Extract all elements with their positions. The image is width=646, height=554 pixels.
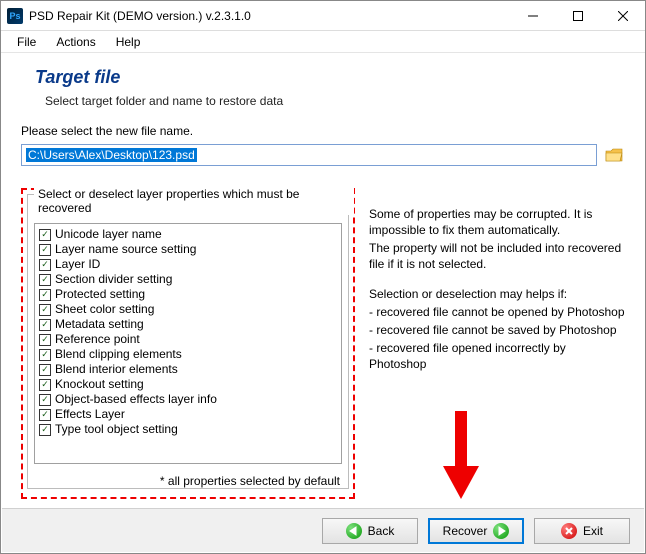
maximize-button[interactable] bbox=[555, 1, 600, 30]
layer-property-label: Layer name source setting bbox=[55, 242, 196, 257]
layer-property-item[interactable]: ✓ Unicode layer name bbox=[39, 227, 337, 242]
path-row: C:\Users\Alex\Desktop\123.psd bbox=[21, 144, 625, 166]
checkbox-icon: ✓ bbox=[39, 334, 51, 346]
recover-arrow-icon bbox=[493, 523, 509, 539]
middle-row: Select or deselect layer properties whic… bbox=[21, 188, 625, 499]
layer-property-label: Effects Layer bbox=[55, 407, 125, 422]
browse-button[interactable] bbox=[603, 144, 625, 166]
content-area: Target file Select target folder and nam… bbox=[1, 53, 645, 513]
back-button[interactable]: Back bbox=[322, 518, 418, 544]
layer-property-label: Type tool object setting bbox=[55, 422, 178, 437]
info-bullet-3: - recovered file opened incorrectly by P… bbox=[369, 340, 625, 372]
recover-button[interactable]: Recover bbox=[428, 518, 524, 544]
menu-file[interactable]: File bbox=[9, 33, 44, 51]
layer-property-item[interactable]: ✓ Section divider setting bbox=[39, 272, 337, 287]
back-arrow-icon bbox=[346, 523, 362, 539]
layer-property-item[interactable]: ✓ Effects Layer bbox=[39, 407, 337, 422]
checkbox-icon: ✓ bbox=[39, 289, 51, 301]
checkbox-icon: ✓ bbox=[39, 364, 51, 376]
info-line-1: Some of properties may be corrupted. It … bbox=[369, 206, 625, 238]
exit-button-label: Exit bbox=[583, 524, 603, 538]
layer-property-label: Metadata setting bbox=[55, 317, 144, 332]
layer-property-item[interactable]: ✓ Layer ID bbox=[39, 257, 337, 272]
exit-icon bbox=[561, 523, 577, 539]
info-bullet-1: - recovered file cannot be opened by Pho… bbox=[369, 304, 625, 320]
checkbox-icon: ✓ bbox=[39, 319, 51, 331]
layer-property-label: Reference point bbox=[55, 332, 140, 347]
layer-property-label: Unicode layer name bbox=[55, 227, 162, 242]
file-path-input[interactable]: C:\Users\Alex\Desktop\123.psd bbox=[21, 144, 597, 166]
checkbox-icon: ✓ bbox=[39, 409, 51, 421]
layer-properties-box: Select or deselect layer properties whic… bbox=[27, 194, 349, 489]
bottom-bar: Back Recover Exit bbox=[2, 508, 644, 552]
back-button-label: Back bbox=[368, 524, 395, 538]
layer-property-item[interactable]: ✓ Reference point bbox=[39, 332, 337, 347]
checkbox-icon: ✓ bbox=[39, 349, 51, 361]
checkbox-icon: ✓ bbox=[39, 394, 51, 406]
default-note: * all properties selected by default bbox=[28, 470, 348, 488]
layer-property-label: Section divider setting bbox=[55, 272, 172, 287]
recover-button-label: Recover bbox=[443, 524, 488, 538]
layer-property-label: Blend interior elements bbox=[55, 362, 178, 377]
layer-property-label: Knockout setting bbox=[55, 377, 144, 392]
minimize-button[interactable] bbox=[510, 1, 555, 30]
layer-property-label: Blend clipping elements bbox=[55, 347, 182, 362]
window-title: PSD Repair Kit (DEMO version.) v.2.3.1.0 bbox=[29, 9, 510, 23]
layer-property-item[interactable]: ✓ Layer name source setting bbox=[39, 242, 337, 257]
exit-button[interactable]: Exit bbox=[534, 518, 630, 544]
titlebar: Ps PSD Repair Kit (DEMO version.) v.2.3.… bbox=[1, 1, 645, 31]
checkbox-icon: ✓ bbox=[39, 274, 51, 286]
layer-property-label: Protected setting bbox=[55, 287, 145, 302]
layer-property-item[interactable]: ✓ Blend interior elements bbox=[39, 362, 337, 377]
layer-property-label: Object-based effects layer info bbox=[55, 392, 217, 407]
page-heading: Target file bbox=[35, 67, 625, 88]
checkbox-icon: ✓ bbox=[39, 424, 51, 436]
select-file-label: Please select the new file name. bbox=[21, 124, 625, 138]
checkbox-icon: ✓ bbox=[39, 259, 51, 271]
layer-property-item[interactable]: ✓ Sheet color setting bbox=[39, 302, 337, 317]
checkbox-icon: ✓ bbox=[39, 244, 51, 256]
layer-properties-list[interactable]: ✓ Unicode layer name ✓ Layer name source se… bbox=[34, 223, 342, 464]
file-path-value: C:\Users\Alex\Desktop\123.psd bbox=[26, 148, 197, 162]
info-line-2: The property will not be included into r… bbox=[369, 240, 625, 272]
layer-property-item[interactable]: ✓ Metadata setting bbox=[39, 317, 337, 332]
page-subheading: Select target folder and name to restore… bbox=[45, 94, 625, 108]
layer-property-item[interactable]: ✓ Blend clipping elements bbox=[39, 347, 337, 362]
layer-property-label: Layer ID bbox=[55, 257, 100, 272]
layer-property-item[interactable]: ✓ Protected setting bbox=[39, 287, 337, 302]
close-button[interactable] bbox=[600, 1, 645, 30]
app-icon: Ps bbox=[7, 8, 23, 24]
info-line-3: Selection or deselection may helps if: bbox=[369, 286, 625, 302]
folder-icon bbox=[605, 147, 623, 163]
menu-actions[interactable]: Actions bbox=[48, 33, 103, 51]
checkbox-icon: ✓ bbox=[39, 229, 51, 241]
menu-help[interactable]: Help bbox=[108, 33, 149, 51]
layer-property-item[interactable]: ✓ Knockout setting bbox=[39, 377, 337, 392]
layer-property-item[interactable]: ✓ Object-based effects layer info bbox=[39, 392, 337, 407]
checkbox-icon: ✓ bbox=[39, 379, 51, 391]
info-text: Some of properties may be corrupted. It … bbox=[369, 188, 625, 499]
layer-properties-title: Select or deselect layer properties whic… bbox=[34, 187, 354, 215]
layer-property-label: Sheet color setting bbox=[55, 302, 154, 317]
checkbox-icon: ✓ bbox=[39, 304, 51, 316]
layer-property-item[interactable]: ✓ Type tool object setting bbox=[39, 422, 337, 437]
info-bullet-2: - recovered file cannot be saved by Phot… bbox=[369, 322, 625, 338]
menubar: File Actions Help bbox=[1, 31, 645, 53]
layer-properties-highlight: Select or deselect layer properties whic… bbox=[21, 188, 355, 499]
